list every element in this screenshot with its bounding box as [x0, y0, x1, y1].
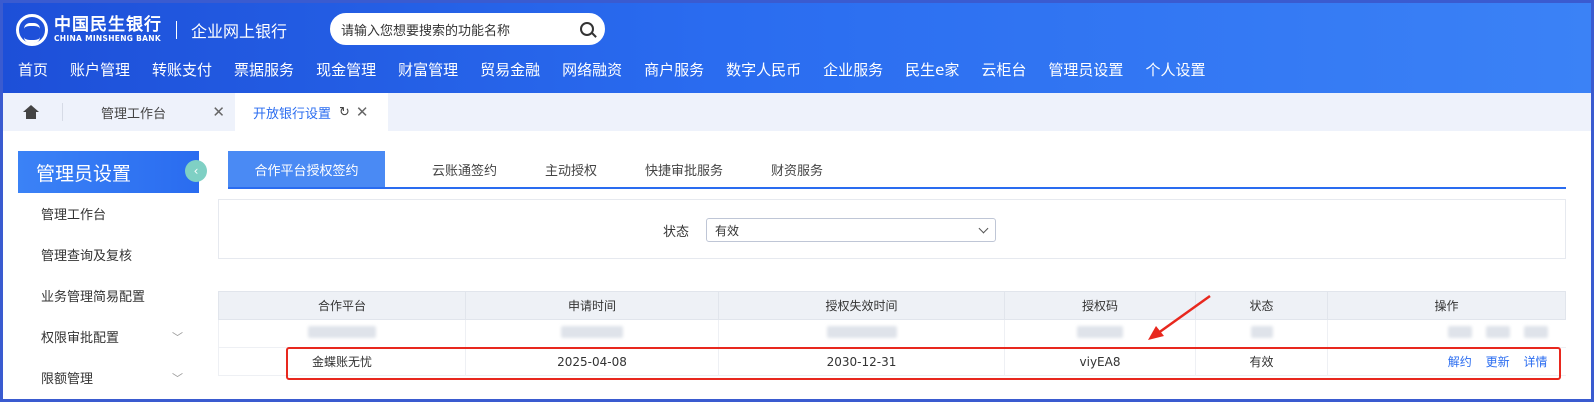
- col-header-platform: 合作平台: [218, 291, 466, 320]
- chevron-down-icon: ﹀: [172, 371, 183, 385]
- sidebar-item-approval-config[interactable]: 权限审批配置 ﹀: [18, 316, 199, 357]
- home-tab[interactable]: [0, 93, 62, 131]
- close-icon[interactable]: ✕: [356, 103, 369, 121]
- bank-logo[interactable]: 中国民生银行 CHINA MINSHENG BANK 企业网上银行: [16, 14, 287, 46]
- sidebar-title: 管理员设置 ‹: [18, 151, 207, 193]
- authorization-table: 合作平台 申请时间 授权失效时间 授权码 状态 操作 金蝶账无忧 2025-04…: [218, 291, 1566, 376]
- annotation-arrow-icon: [1148, 294, 1211, 340]
- update-link[interactable]: 更新: [1486, 355, 1510, 369]
- tab-label: 开放银行设置: [253, 106, 332, 122]
- sidebar: 管理员设置 ‹ 管理工作台 管理查询及复核 业务管理简易配置 权限审批配置 ﹀ …: [18, 151, 207, 401]
- sidebar-item-query-review[interactable]: 管理查询及复核: [18, 234, 199, 275]
- sidebar-item-simple-config[interactable]: 业务管理简易配置: [18, 275, 199, 316]
- refresh-icon[interactable]: ↻: [339, 105, 350, 120]
- nav-home[interactable]: 首页: [0, 59, 59, 80]
- col-header-expire-time: 授权失效时间: [718, 291, 1005, 320]
- nav-trade[interactable]: 贸易金融: [469, 59, 551, 80]
- redacted-cell: [465, 319, 719, 348]
- status-select-value: 有效: [715, 223, 740, 238]
- redacted-actions: [1327, 319, 1566, 348]
- cell-platform: 金蝶账无忧: [218, 347, 466, 376]
- col-header-actions: 操作: [1327, 291, 1566, 320]
- nav-transfer[interactable]: 转账支付: [141, 59, 223, 80]
- redacted-cell: [718, 319, 1005, 348]
- tab-label: 管理工作台: [101, 106, 167, 122]
- cell-status: 有效: [1195, 347, 1328, 376]
- nav-personal-settings[interactable]: 个人设置: [1134, 59, 1216, 80]
- status-select[interactable]: 有效: [706, 218, 996, 242]
- nav-financing[interactable]: 网络融资: [551, 59, 633, 80]
- sidebar-item-label: 管理查询及复核: [41, 249, 133, 264]
- nav-cloud-counter[interactable]: 云柜台: [970, 59, 1037, 80]
- close-icon[interactable]: ✕: [212, 103, 225, 121]
- function-search[interactable]: 请输入您想要搜索的功能名称: [330, 13, 605, 45]
- nav-merchant[interactable]: 商户服务: [633, 59, 715, 80]
- sidebar-item-workbench[interactable]: 管理工作台: [18, 193, 199, 234]
- filter-panel: 状态 有效: [218, 199, 1566, 259]
- nav-ms-ehome[interactable]: 民生e家: [894, 59, 970, 80]
- tab-open-banking[interactable]: 开放银行设置 ↻ ✕: [235, 93, 388, 131]
- terminate-link[interactable]: 解约: [1448, 355, 1472, 369]
- sidebar-item-limit-mgmt[interactable]: 限额管理 ﹀: [18, 357, 199, 398]
- table-row: 金蝶账无忧 2025-04-08 2030-12-31 viyEA8 有效 解约…: [218, 347, 1566, 376]
- sidebar-item-label: 管理工作台: [41, 208, 107, 223]
- status-filter-label: 状态: [663, 225, 690, 240]
- logo-name-en: CHINA MINSHENG BANK: [54, 34, 161, 43]
- col-header-apply-time: 申请时间: [465, 291, 719, 320]
- search-icon[interactable]: [580, 22, 594, 36]
- nav-ecny[interactable]: 数字人民币: [715, 59, 812, 80]
- subtab-quick-approval[interactable]: 快捷审批服务: [621, 151, 747, 187]
- subtab-treasury[interactable]: 财资服务: [747, 151, 847, 187]
- tab-bar: 管理工作台 ✕ 开放银行设置 ↻ ✕: [0, 93, 1594, 131]
- redacted-cell: [218, 319, 466, 348]
- nav-admin-settings[interactable]: 管理员设置: [1037, 59, 1134, 80]
- cell-expire-date: 2030-12-31: [718, 347, 1005, 376]
- nav-cash[interactable]: 现金管理: [305, 59, 387, 80]
- top-header: 中国民生银行 CHINA MINSHENG BANK 企业网上银行 请输入您想要…: [0, 0, 1594, 93]
- subtab-cloud-account[interactable]: 云账通签约: [385, 151, 521, 187]
- collapse-sidebar-icon[interactable]: ‹: [185, 160, 207, 182]
- nav-enterprise[interactable]: 企业服务: [812, 59, 894, 80]
- table-row-redacted: [218, 319, 1566, 348]
- logo-divider: [176, 21, 177, 39]
- sidebar-item-label: 限额管理: [41, 372, 94, 387]
- chevron-down-icon: ﹀: [172, 330, 183, 344]
- sidebar-title-text: 管理员设置: [36, 162, 132, 185]
- bank-logo-icon: [16, 14, 48, 46]
- search-input[interactable]: 请输入您想要搜索的功能名称: [341, 20, 580, 39]
- nav-wealth[interactable]: 财富管理: [387, 59, 469, 80]
- subtab-active-auth[interactable]: 主动授权: [521, 151, 621, 187]
- chevron-down-icon: [978, 223, 989, 233]
- cell-auth-code: viyEA8: [1004, 347, 1196, 376]
- main-nav: 首页 账户管理 转账支付 票据服务 现金管理 财富管理 贸易金融 网络融资 商户…: [0, 55, 1216, 83]
- cell-actions: 解约 更新 详情: [1327, 347, 1566, 376]
- cell-apply-date: 2025-04-08: [465, 347, 719, 376]
- site-subtitle: 企业网上银行: [191, 22, 288, 41]
- sidebar-item-label: 权限审批配置: [41, 331, 120, 346]
- sidebar-item-label: 业务管理简易配置: [41, 290, 146, 305]
- main-content: 合作平台授权签约 云账通签约 主动授权 快捷审批服务 财资服务 状态 有效 合作…: [218, 151, 1566, 376]
- nav-bills[interactable]: 票据服务: [223, 59, 305, 80]
- tab-admin-workbench[interactable]: 管理工作台 ✕: [63, 93, 235, 131]
- home-icon[interactable]: [23, 105, 39, 119]
- sub-tab-bar: 合作平台授权签约 云账通签约 主动授权 快捷审批服务 财资服务: [228, 151, 1566, 189]
- subtab-platform-auth[interactable]: 合作平台授权签约: [228, 151, 385, 187]
- nav-account[interactable]: 账户管理: [59, 59, 141, 80]
- logo-name-cn: 中国民生银行: [54, 15, 162, 35]
- details-link[interactable]: 详情: [1523, 355, 1547, 369]
